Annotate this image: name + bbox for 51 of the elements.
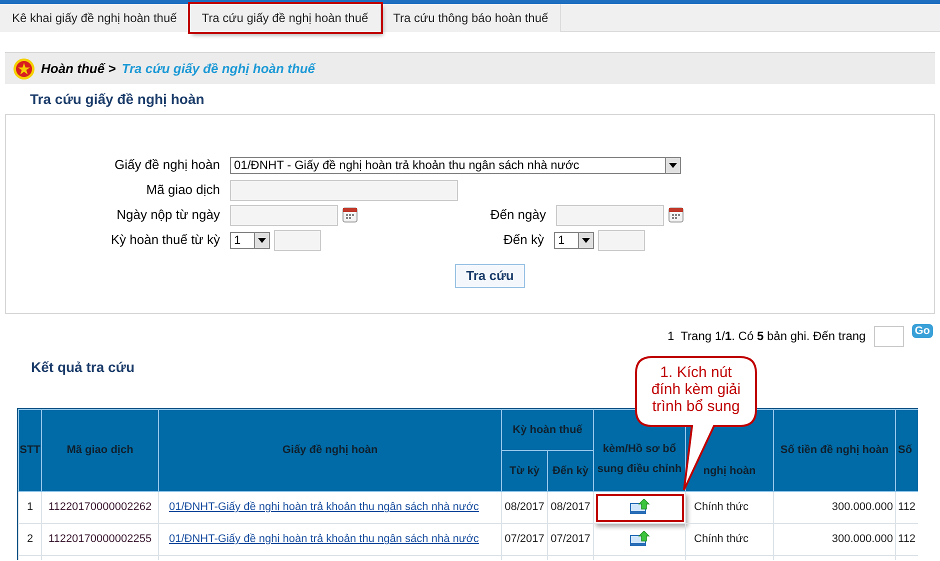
section-title: Tra cứu giấy đề nghị hoàn [30, 90, 204, 109]
table-cell: Chính thức [686, 492, 774, 524]
input-field[interactable] [230, 204, 338, 226]
table-cell: 11220170000002255 [42, 524, 158, 556]
input-field[interactable] [598, 230, 645, 250]
column-header: Từ kỳ [502, 450, 548, 492]
table-cell: 1 [18, 492, 42, 524]
table-cell: 07/2017 [502, 524, 548, 556]
table-cell: 300.000.000 [774, 524, 896, 556]
field-label: Ngày nộp từ ngày [116, 207, 220, 222]
column-header: Số [896, 410, 918, 492]
column-header: Đến kỳ [548, 450, 594, 492]
caret-icon[interactable] [258, 238, 266, 242]
table-cell: 08/2017 [502, 492, 548, 524]
tab[interactable]: Tra cứu thông báo hoàn thuế [381, 4, 562, 32]
field-label: Mã giao dịch [146, 182, 220, 198]
column-header: Số tiền đề nghị hoàn [774, 410, 896, 492]
field-label: Đến ngày [490, 207, 546, 222]
table-cell: 300.000.000 [774, 492, 896, 524]
column-header: Giấy đề nghị hoàn [158, 410, 502, 492]
page-input[interactable] [874, 326, 904, 346]
upload-icon[interactable] [630, 499, 650, 516]
dropdown[interactable]: 01/ĐNHT - Giấy đề nghị hoàn trả khoản thu ngân sách nhà nước [230, 156, 681, 174]
field-label: Giấy đề nghị hoàn [114, 157, 220, 172]
results-title: Kết quả tra cứu [31, 358, 134, 377]
breadcrumb-link[interactable]: Hoàn thuế > [41, 58, 116, 78]
tab[interactable]: Tra cứu giấy đề nghị hoàn thuế [190, 4, 382, 32]
table-cell: 08/2017 [548, 492, 594, 524]
input-field[interactable] [274, 230, 321, 250]
column-header: STT [18, 410, 42, 492]
table-cell: 11220170000002262 [42, 492, 158, 524]
pagination-text: 1 Trang 1/1. Có 5 bản ghi. Đến trang [668, 328, 866, 345]
input-field[interactable] [556, 204, 664, 226]
calendar-icon[interactable] [342, 207, 358, 223]
table-cell: 07/2017 [548, 524, 594, 556]
field-label: Đến kỳ [504, 232, 544, 248]
input-field[interactable] [230, 180, 458, 200]
calendar-icon[interactable] [668, 207, 684, 223]
dropdown[interactable]: 1 [230, 232, 270, 248]
dropdown[interactable]: 1 [554, 232, 594, 248]
upload-icon[interactable] [630, 531, 650, 548]
breadcrumb-current: Tra cứu giấy đề nghị hoàn thuế [122, 60, 315, 78]
column-header: Mã giao dịch [42, 410, 158, 492]
column-header: Kỳ hoàn thuế [502, 410, 594, 450]
caret-icon[interactable] [582, 238, 590, 242]
table-cell: 2 [18, 524, 42, 556]
field-label: Kỳ hoàn thuế từ kỳ [110, 232, 220, 248]
caret-icon[interactable] [669, 162, 677, 168]
search-button[interactable]: Tra cứu [455, 264, 525, 288]
emblem-icon [13, 58, 35, 80]
table-cell: Chính thức [686, 524, 774, 556]
